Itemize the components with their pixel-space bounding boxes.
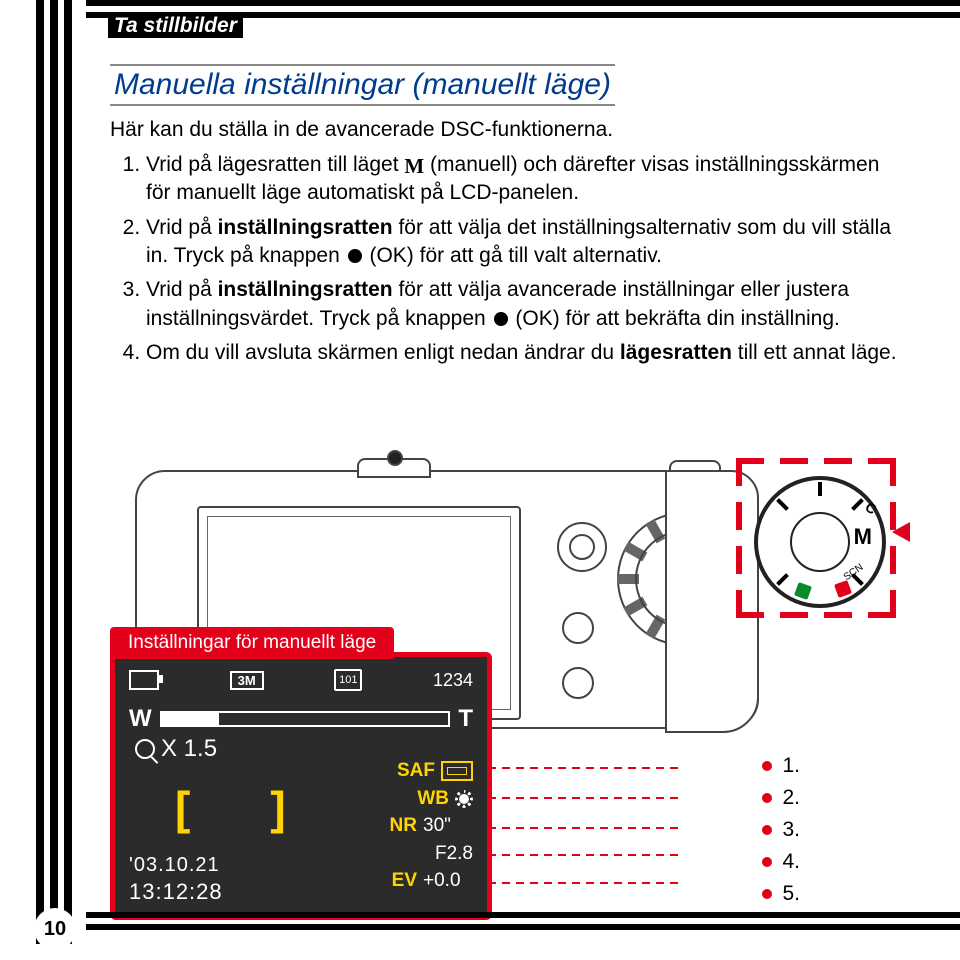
af-area-icon [441,761,473,781]
af-brackets-icon: [] [175,781,366,835]
time-value: 13:12:28 [129,879,223,905]
arrow-left-icon [892,522,910,542]
breadcrumb: Ta stillbilder [108,14,243,38]
zoom-bar-icon [160,711,451,727]
ok-dot-icon [494,312,508,326]
leader-line [488,882,678,884]
mode-m-icon: M [404,152,424,180]
leader-line [488,854,678,856]
flash-led-icon [387,450,403,466]
frame-counter: 1234 [433,670,473,691]
bullet-icon [762,793,772,803]
step-4: Om du vill avsluta skärmen enligt nedan … [146,339,900,367]
mode-m-label: M [854,524,872,550]
step-list: Vrid på lägesratten till läget M (manuel… [110,150,900,367]
battery-icon [129,670,159,690]
zoom-wide-label: W [129,705,152,733]
sun-icon [455,790,473,808]
intro-text: Här kan du ställa in de avancerade DSC-f… [110,118,900,142]
bullet-icon [762,761,772,771]
mode-dial-highlight: M C SCN [736,458,896,618]
zoom-value: X 1.5 [161,735,217,763]
date-value: '03.10.21 [129,854,220,877]
folder-icon: 101 [334,669,362,691]
magnifier-icon [135,739,155,759]
step-2: Vrid på inställningsratten för att välja… [146,214,900,271]
lcd-panel-label: Inställningar för manuellt läge [110,627,394,659]
button-icon [562,667,594,699]
mode-green-icon [794,582,812,600]
content: Manuella inställningar (manuellt läge) H… [110,60,900,373]
leader-line [488,827,678,829]
ok-dot-icon [348,249,362,263]
settings-column: SAF WB NR30" F2.8 EV+0.0 [375,757,473,895]
bullet-icon [762,857,772,867]
button-icon [562,612,594,644]
zoom-tele-label: T [458,705,473,733]
step-1: Vrid på lägesratten till läget M (manuel… [146,150,900,208]
diagram: M C SCN Inställningar för manuellt läge … [110,440,900,910]
bullet-icon [762,889,772,899]
mode-red-icon [834,580,852,598]
page-number: 10 [34,908,76,950]
step-3: Vrid på inställningsratten för att välja… [146,276,900,333]
nav-pad-icon [557,522,607,572]
leader-line [488,797,678,799]
callout-list: 1. 2. 3. 4. 5. [762,754,800,914]
page-title: Manuella inställningar (manuellt läge) [110,64,615,106]
resolution-badge: 3M [230,671,264,690]
leader-line [488,767,678,769]
lcd-panel: Inställningar för manuellt läge 3M 101 1… [110,652,492,920]
mode-dial-icon: M C SCN [754,476,886,608]
bullet-icon [762,825,772,835]
